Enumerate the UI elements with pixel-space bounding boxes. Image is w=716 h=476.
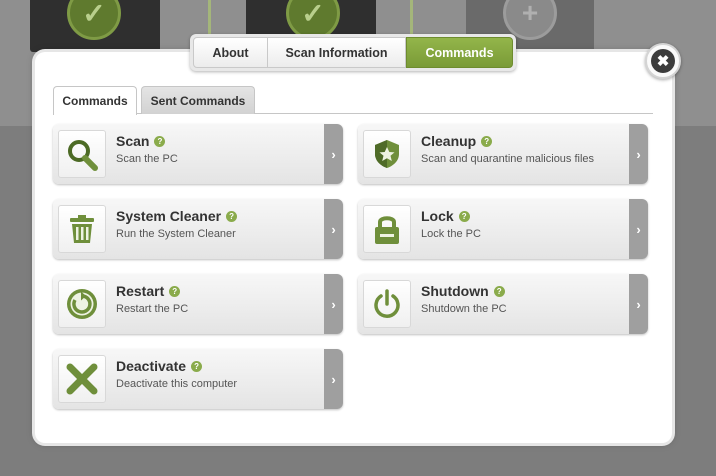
command-title: System Cleaner?: [116, 208, 238, 224]
command-restart[interactable]: Restart? Restart the PC ›: [53, 274, 343, 334]
command-deactivate[interactable]: Deactivate? Deactivate this computer ›: [53, 349, 343, 409]
magnifier-icon: [58, 130, 106, 178]
top-tab-bar: About Scan Information Commands: [190, 34, 516, 71]
tab-commands[interactable]: Commands: [406, 37, 513, 68]
command-description: Scan and quarantine malicious files: [421, 153, 595, 165]
subtab-commands[interactable]: Commands: [53, 86, 137, 115]
command-scan[interactable]: Scan? Scan the PC ›: [53, 124, 343, 184]
x-mark-icon: [58, 355, 106, 403]
command-lock[interactable]: Lock? Lock the PC ›: [358, 199, 648, 259]
close-button[interactable]: ✖: [645, 43, 681, 79]
power-icon: [363, 280, 411, 328]
restart-icon: [58, 280, 106, 328]
command-shutdown[interactable]: Shutdown? Shutdown the PC ›: [358, 274, 648, 334]
command-title: Shutdown?: [421, 283, 505, 299]
help-icon[interactable]: ?: [169, 285, 181, 297]
command-description: Run the System Cleaner: [116, 228, 236, 240]
tab-about[interactable]: About: [193, 37, 268, 68]
chevron-right-icon[interactable]: ›: [629, 274, 648, 334]
subtab-sent-commands[interactable]: Sent Commands: [141, 86, 255, 114]
chevron-right-icon[interactable]: ›: [324, 124, 343, 184]
command-description: Deactivate this computer: [116, 378, 238, 390]
help-icon[interactable]: ?: [458, 210, 470, 222]
command-title: Lock?: [421, 208, 470, 224]
help-icon[interactable]: ?: [493, 285, 505, 297]
tab-scan-information[interactable]: Scan Information: [268, 37, 406, 68]
command-description: Restart the PC: [116, 303, 189, 315]
command-title: Cleanup?: [421, 133, 493, 149]
padlock-icon: [363, 205, 411, 253]
shield-star-icon: [363, 130, 411, 178]
command-system-cleaner[interactable]: System Cleaner? Run the System Cleaner ›: [53, 199, 343, 259]
chevron-right-icon[interactable]: ›: [629, 124, 648, 184]
close-icon: ✖: [651, 49, 675, 73]
command-title: Restart?: [116, 283, 181, 299]
help-icon[interactable]: ?: [191, 360, 203, 372]
command-description: Shutdown the PC: [421, 303, 507, 315]
command-cleanup[interactable]: Cleanup? Scan and quarantine malicious f…: [358, 124, 648, 184]
chevron-right-icon[interactable]: ›: [324, 349, 343, 409]
command-title: Scan?: [116, 133, 166, 149]
sub-tab-bar: Commands Sent Commands: [53, 86, 653, 115]
chevron-right-icon[interactable]: ›: [629, 199, 648, 259]
chevron-right-icon[interactable]: ›: [324, 274, 343, 334]
chevron-right-icon[interactable]: ›: [324, 199, 343, 259]
help-icon[interactable]: ?: [226, 210, 238, 222]
command-description: Lock the PC: [421, 228, 481, 240]
help-icon[interactable]: ?: [154, 135, 166, 147]
help-icon[interactable]: ?: [481, 135, 493, 147]
command-description: Scan the PC: [116, 153, 178, 165]
trash-icon: [58, 205, 106, 253]
command-title: Deactivate?: [116, 358, 203, 374]
